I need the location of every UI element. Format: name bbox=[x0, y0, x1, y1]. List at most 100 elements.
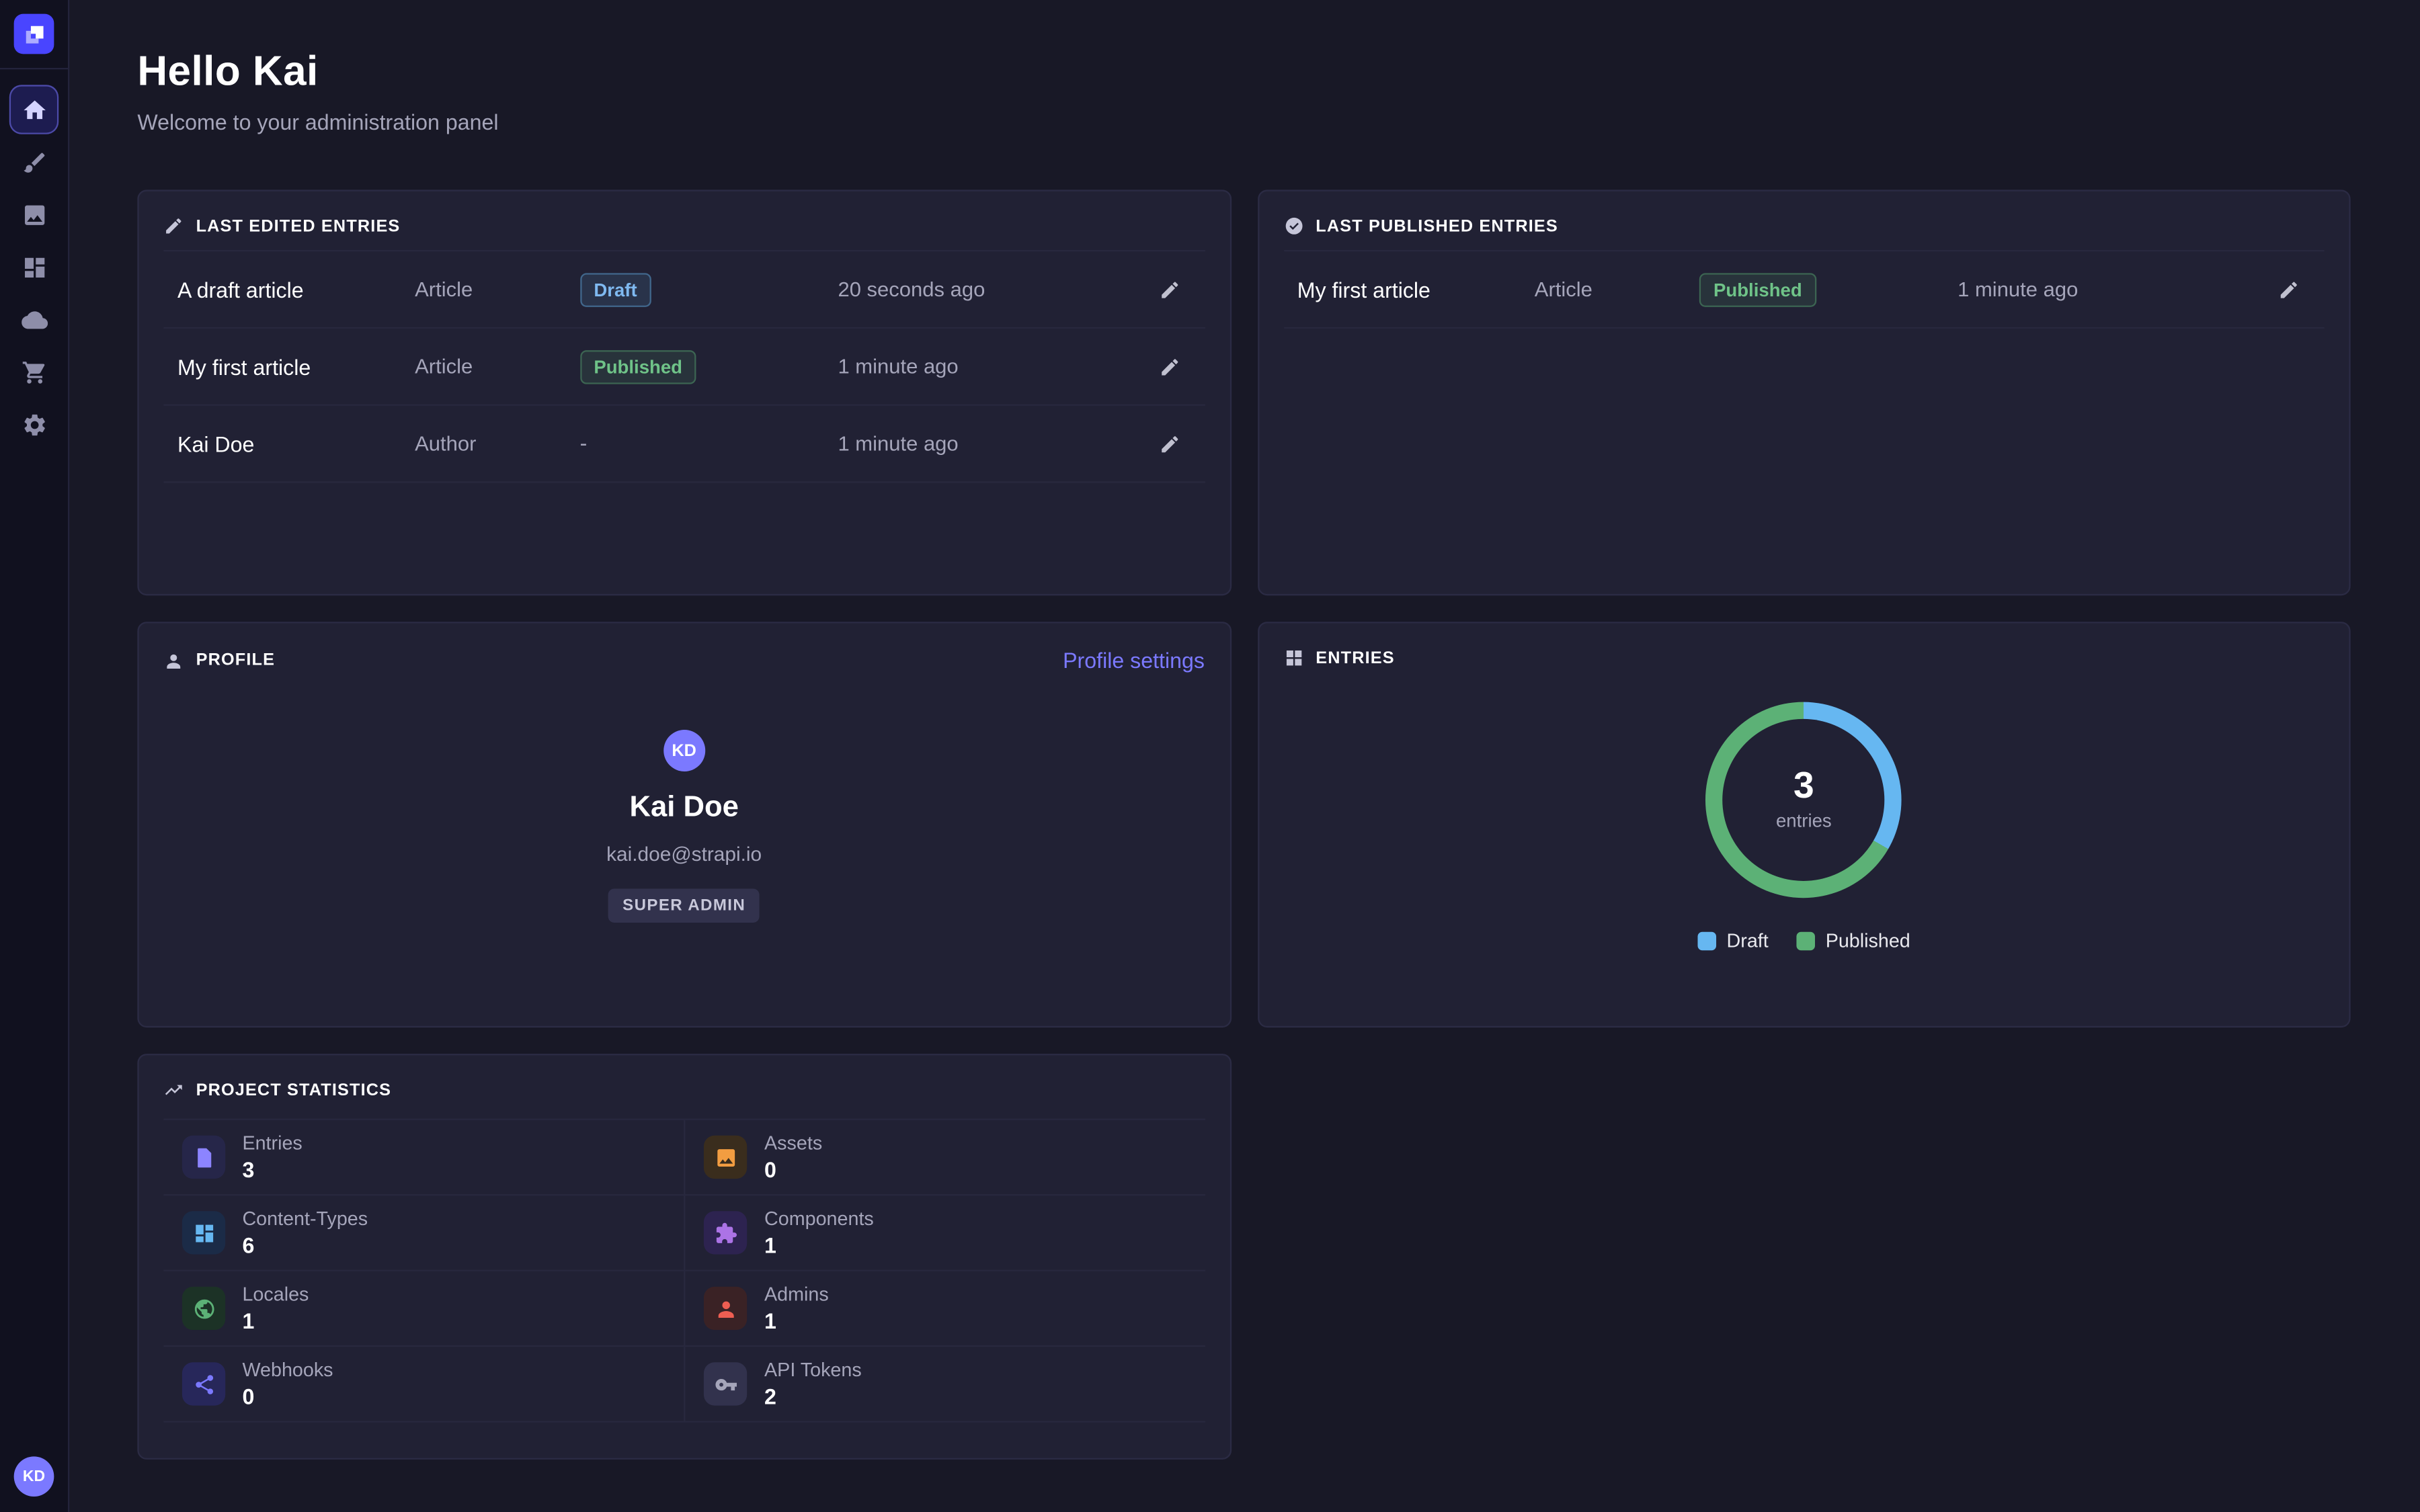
entry-status-cell: Published bbox=[580, 349, 838, 384]
stat-label: Admins bbox=[764, 1284, 829, 1305]
cart-icon bbox=[21, 359, 47, 385]
entries-table: A draft article Article Draft 20 seconds… bbox=[163, 250, 1205, 483]
stat-text: Admins 1 bbox=[764, 1284, 829, 1333]
stat-item-admins: Admins 1 bbox=[684, 1271, 1205, 1347]
entries-donut-chart: 3 entries bbox=[1706, 702, 1902, 898]
stat-label: Assets bbox=[764, 1132, 822, 1154]
stat-text: Components 1 bbox=[764, 1208, 874, 1257]
stat-value: 0 bbox=[764, 1157, 822, 1182]
app-root: KD Hello Kai Welcome to your administrat… bbox=[0, 0, 2420, 1512]
entry-kind: Author bbox=[415, 432, 580, 455]
gear-icon bbox=[21, 411, 47, 437]
status-badge: Draft bbox=[580, 272, 651, 306]
entry-status-cell: Published bbox=[1699, 272, 1958, 306]
sidebar-item-content-manager[interactable] bbox=[9, 137, 58, 186]
sidebar-item-marketplace[interactable] bbox=[9, 347, 58, 396]
brush-icon bbox=[21, 149, 47, 175]
entry-row[interactable]: A draft article Article Draft 20 seconds… bbox=[163, 251, 1205, 329]
status-badge: - bbox=[580, 429, 588, 454]
entry-status-cell: Draft bbox=[580, 272, 838, 306]
widget-title: PROFILE bbox=[196, 651, 275, 670]
widget-header: ENTRIES bbox=[1283, 648, 2325, 668]
edit-entry-button[interactable] bbox=[2267, 267, 2310, 310]
strapi-logo[interactable] bbox=[14, 14, 54, 54]
edit-entry-button[interactable] bbox=[1147, 422, 1191, 465]
widget-header: PROJECT STATISTICS bbox=[163, 1080, 1205, 1100]
legend-item-draft: Draft bbox=[1697, 930, 1769, 952]
key-icon bbox=[704, 1362, 748, 1405]
puzzle-icon bbox=[704, 1211, 748, 1254]
stat-value: 1 bbox=[764, 1308, 829, 1333]
stat-item-api-tokens: API Tokens 2 bbox=[684, 1347, 1205, 1422]
published-swatch bbox=[1796, 932, 1815, 951]
sidebar-item-settings[interactable] bbox=[9, 400, 58, 449]
sidebar-user-avatar[interactable]: KD bbox=[14, 1456, 54, 1497]
entry-kind: Article bbox=[415, 355, 580, 378]
stat-value: 6 bbox=[242, 1232, 368, 1257]
globe-icon bbox=[182, 1287, 225, 1330]
trend-up-icon bbox=[163, 1080, 184, 1100]
profile-avatar: KD bbox=[663, 730, 705, 771]
stat-value: 1 bbox=[242, 1308, 309, 1333]
sidebar: KD bbox=[0, 0, 69, 1512]
entries-unit: entries bbox=[1776, 810, 1832, 831]
logo-container bbox=[0, 0, 68, 69]
profile-email: kai.doe@strapi.io bbox=[606, 843, 762, 866]
stat-text: Assets 0 bbox=[764, 1132, 822, 1181]
person-icon bbox=[704, 1287, 748, 1330]
entry-row[interactable]: Kai Doe Author - 1 minute ago bbox=[163, 406, 1205, 483]
stat-item-assets: Assets 0 bbox=[684, 1120, 1205, 1195]
widget-entries: ENTRIES 3 entries Draft bbox=[1257, 622, 2351, 1027]
layout-icon bbox=[182, 1211, 225, 1254]
sidebar-item-deploy[interactable] bbox=[9, 295, 58, 344]
entry-row[interactable]: My first article Article Published 1 min… bbox=[1283, 251, 2325, 329]
profile-settings-link[interactable]: Profile settings bbox=[1063, 648, 1205, 673]
widget-header: PROFILE Profile settings bbox=[163, 648, 1205, 673]
widget-title-group: PROJECT STATISTICS bbox=[163, 1080, 391, 1100]
stat-label: Entries bbox=[242, 1132, 302, 1154]
stat-value: 2 bbox=[764, 1384, 862, 1409]
chart-legend: Draft Published bbox=[1697, 930, 1910, 952]
widget-title: LAST EDITED ENTRIES bbox=[196, 217, 401, 236]
profile-name: Kai Doe bbox=[629, 792, 738, 826]
sidebar-item-media-library[interactable] bbox=[9, 190, 58, 239]
entry-row[interactable]: My first article Article Published 1 min… bbox=[163, 329, 1205, 406]
status-badge: Published bbox=[580, 349, 696, 384]
profile-body: KD Kai Doe kai.doe@strapi.io SUPER ADMIN bbox=[163, 673, 1205, 923]
sidebar-item-home[interactable] bbox=[9, 85, 58, 134]
entries-table: My first article Article Published 1 min… bbox=[1283, 250, 2325, 329]
widget-header: LAST EDITED ENTRIES bbox=[163, 216, 1205, 236]
sidebar-item-content-type-builder[interactable] bbox=[9, 242, 58, 291]
widget-last-published-entries: LAST PUBLISHED ENTRIES My first article … bbox=[1257, 190, 2351, 595]
edit-entry-button[interactable] bbox=[1147, 267, 1191, 310]
legend-label: Draft bbox=[1727, 930, 1769, 952]
check-circle-icon bbox=[1283, 216, 1303, 236]
widget-last-edited-entries: LAST EDITED ENTRIES A draft article Arti… bbox=[137, 190, 1231, 595]
profile-role-badge: SUPER ADMIN bbox=[608, 888, 759, 923]
stat-item-locales: Locales 1 bbox=[163, 1271, 684, 1347]
edit-entry-button[interactable] bbox=[1147, 345, 1191, 388]
legend-label: Published bbox=[1826, 930, 1910, 952]
main-content: Hello Kai Welcome to your administration… bbox=[69, 0, 2420, 1512]
stat-text: Locales 1 bbox=[242, 1284, 309, 1333]
stat-text: Webhooks 0 bbox=[242, 1359, 333, 1409]
entries-count: 3 bbox=[1793, 768, 1814, 805]
stat-text: Content-Types 6 bbox=[242, 1208, 368, 1257]
statistics-table: Entries 3 Assets 0 bbox=[163, 1119, 1205, 1423]
entry-status-cell: - bbox=[580, 429, 838, 457]
stat-label: Locales bbox=[242, 1284, 309, 1305]
strapi-logo-icon bbox=[22, 22, 45, 45]
widget-profile: PROFILE Profile settings KD Kai Doe kai.… bbox=[137, 622, 1231, 1027]
entry-kind: Article bbox=[415, 278, 580, 300]
stat-item-components: Components 1 bbox=[684, 1195, 1205, 1271]
widget-title: PROJECT STATISTICS bbox=[196, 1081, 392, 1099]
page-subtitle: Welcome to your administration panel bbox=[137, 110, 2350, 134]
entry-updated: 1 minute ago bbox=[838, 432, 1147, 455]
entry-title: My first article bbox=[1297, 277, 1535, 302]
draft-swatch bbox=[1697, 932, 1716, 951]
page-title: Hello Kai bbox=[137, 48, 2350, 95]
donut-center: 3 entries bbox=[1723, 719, 1885, 881]
widget-title-group: LAST PUBLISHED ENTRIES bbox=[1283, 216, 1558, 236]
entry-updated: 1 minute ago bbox=[1958, 278, 2267, 300]
stat-value: 3 bbox=[242, 1157, 302, 1182]
